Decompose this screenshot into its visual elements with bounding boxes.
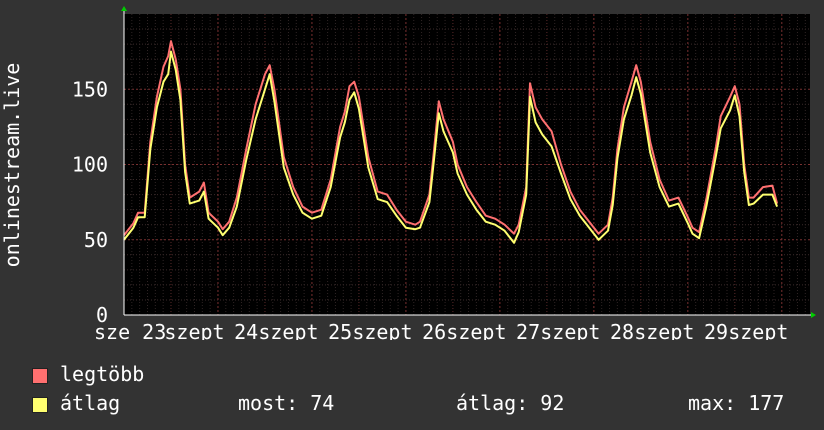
stat-atlag: átlag: 92 xyxy=(456,391,564,415)
chart: 050100150sze 23szept 24 szept 25 szept 26 szep… xyxy=(0,6,816,340)
x-tick-label: 24 xyxy=(234,320,258,340)
stat-max-value: 177 xyxy=(748,391,785,415)
legend-label-legtobb: legtöbb xyxy=(60,362,145,386)
legend-label-atlag: átlag xyxy=(60,391,121,415)
legend-swatch-atlag xyxy=(32,396,48,413)
y-tick-label: 50 xyxy=(84,228,108,252)
y-tick-label: 150 xyxy=(72,77,108,101)
x-tick-label: szept xyxy=(352,320,412,340)
x-axis-arrow xyxy=(811,312,816,318)
x-tick-label: 25 xyxy=(328,320,352,340)
legend-item-legtobb: legtöbb xyxy=(32,362,144,386)
x-tick-label: szept xyxy=(634,320,694,340)
x-tick-label: 29 xyxy=(704,320,728,340)
x-tick-label: sze 23 xyxy=(94,320,166,340)
x-tick-label: 28 xyxy=(610,320,634,340)
y-axis-label: onlinestream.live xyxy=(0,63,24,268)
x-tick-label: 27 xyxy=(516,320,540,340)
x-tick-label: szept xyxy=(446,320,506,340)
x-tick-label: szept xyxy=(728,320,788,340)
legend-swatch-legtobb xyxy=(32,367,48,384)
x-tick-label: szept xyxy=(540,320,600,340)
stat-most-value: 74 xyxy=(310,391,335,415)
y-axis-arrow xyxy=(121,6,127,11)
stat-max: max: 177 xyxy=(688,391,784,415)
stat-atlag-label: átlag: xyxy=(456,391,529,415)
stat-most: most: 74 xyxy=(238,391,334,415)
stat-most-label: most: xyxy=(238,391,299,415)
legend-item-atlag: átlag xyxy=(32,391,120,415)
x-tick-label: 26 xyxy=(422,320,446,340)
y-tick-label: 100 xyxy=(72,153,108,177)
x-tick-label: szept xyxy=(164,320,224,340)
x-tick-label: szept xyxy=(258,320,318,340)
stat-atlag-value: 92 xyxy=(540,391,565,415)
stat-max-label: max: xyxy=(688,391,737,415)
